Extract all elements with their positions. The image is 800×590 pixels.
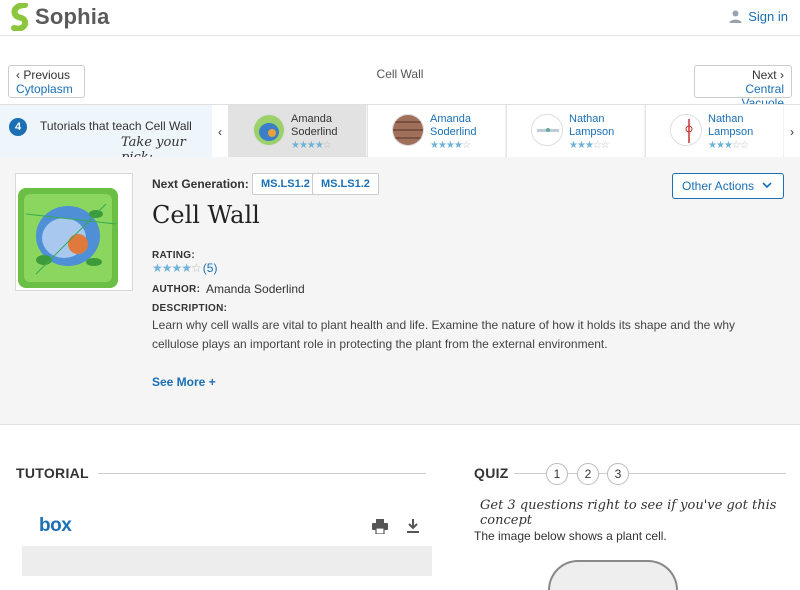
box-viewer: box — [22, 509, 432, 576]
tutorial-thumbnail — [531, 114, 563, 146]
chevron-right-icon: › — [790, 124, 794, 139]
quiz-tagline: Get 3 questions right to see if you've g… — [480, 498, 777, 528]
current-topic: Cell Wall — [376, 67, 424, 81]
sophia-logo-icon — [11, 3, 29, 31]
tutorial-rating: ★★★☆☆ — [708, 140, 749, 151]
sign-in-label: Sign in — [748, 9, 788, 24]
quiz-question-1[interactable]: 1 — [546, 463, 568, 485]
tutorial-author: Amanda Soderlind — [291, 113, 338, 138]
box-logo: box — [39, 515, 72, 536]
quiz-heading: QUIZ — [474, 465, 509, 481]
tutorial-thumbnail — [392, 114, 424, 146]
top-bar: Sophia Sign in — [0, 0, 800, 36]
chevron-left-icon: ‹ — [218, 124, 222, 139]
previous-target: Cytoplasm — [16, 82, 73, 96]
tutorial-pick[interactable]: Nathan Lampson ★★★☆☆ — [506, 105, 644, 158]
download-icon[interactable] — [406, 518, 420, 534]
carousel-prev-button[interactable]: ‹ — [212, 105, 228, 158]
tutorial-rating: ★★★★☆ — [291, 140, 332, 151]
tutorial-navigation: ‹ Previous Cytoplasm Cell Wall Next › Ce… — [0, 57, 800, 110]
description-text: Learn why cell walls are vital to plant … — [152, 318, 736, 351]
rating-count: (5) — [202, 261, 218, 275]
rating-label: RATING: — [152, 250, 196, 261]
chevron-down-icon — [762, 182, 772, 189]
tutorial-thumbnail — [253, 114, 285, 146]
tutorial-thumbnail — [670, 114, 702, 146]
tutorial-count-badge: 4 — [9, 118, 27, 136]
next-label: Next › — [751, 68, 784, 82]
next-generation-label: Next Generation: — [152, 177, 249, 191]
tutorials-bar-title: Tutorials that teach Cell Wall — [40, 119, 192, 133]
quiz-question-2[interactable]: 2 — [577, 463, 599, 485]
other-actions-label: Other Actions — [682, 179, 755, 193]
tutorial-detail: Next Generation: MS.LS1.2 MS.LS1.2 Other… — [0, 157, 800, 425]
tutorial-author: Amanda Soderlind — [430, 113, 477, 138]
tutorial-pick[interactable]: Amanda Soderlind ★★★★☆ — [367, 105, 505, 158]
description-label: DESCRIPTION: — [152, 303, 228, 314]
page-title: Cell Wall — [152, 201, 260, 229]
sign-in-link[interactable]: Sign in — [729, 9, 788, 24]
brand-name: Sophia — [35, 4, 110, 29]
other-actions-dropdown[interactable]: Other Actions — [672, 173, 784, 199]
tutorial-author: Nathan Lampson — [569, 113, 615, 138]
document-viewport[interactable] — [22, 546, 432, 576]
rating-stars[interactable]: ★★★★☆ (5) — [152, 261, 217, 275]
tutorial-author: Nathan Lampson — [708, 113, 754, 138]
plant-cell-image — [548, 560, 678, 590]
author-label: AUTHOR: — [152, 284, 201, 295]
tutorial-heading: TUTORIAL — [16, 465, 89, 481]
chevron-right-icon: › — [776, 68, 784, 82]
tutorials-bar: 4 Tutorials that teach Cell Wall Take yo… — [0, 104, 800, 165]
next-button[interactable]: Next › Central Vacuole — [694, 65, 792, 110]
sophia-logo[interactable]: Sophia — [9, 3, 110, 31]
print-icon[interactable] — [372, 519, 388, 534]
see-more-link[interactable]: See More + — [152, 375, 216, 389]
divider — [98, 473, 426, 474]
standard-tag[interactable]: MS.LS1.2 — [312, 173, 379, 195]
author-name: Amanda Soderlind — [206, 282, 305, 296]
tutorial-pick[interactable]: Amanda Soderlind ★★★★☆ — [228, 105, 366, 158]
tutorial-rating: ★★★☆☆ — [569, 140, 610, 151]
quiz-question-3[interactable]: 3 — [607, 463, 629, 485]
tutorial-rating: ★★★★☆ — [430, 140, 471, 151]
standard-tag[interactable]: MS.LS1.2 — [252, 173, 319, 195]
user-icon — [729, 10, 742, 23]
tutorials-bar-intro: 4 Tutorials that teach Cell Wall Take yo… — [0, 105, 212, 165]
carousel-next-button[interactable]: › — [784, 105, 800, 158]
cell-diagram-image — [15, 173, 133, 291]
tutorial-pick[interactable]: Nathan Lampson ★★★☆☆ — [645, 105, 783, 158]
quiz-question-text: The image below shows a plant cell. — [474, 529, 667, 543]
